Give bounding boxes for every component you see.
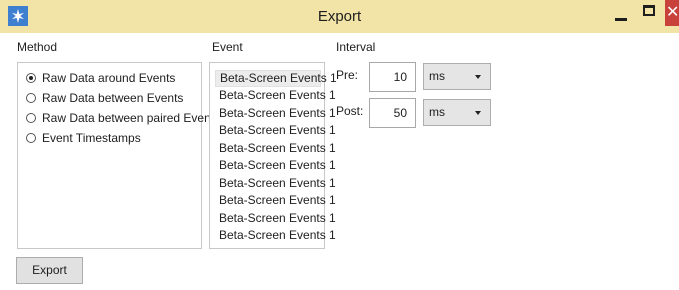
list-item[interactable]: Beta-Screen Events 1 bbox=[215, 105, 336, 122]
minimize-button[interactable] bbox=[610, 6, 632, 26]
post-unit-select[interactable]: ms bbox=[423, 99, 491, 126]
list-item[interactable]: Beta-Screen Events 1 bbox=[215, 140, 336, 157]
minimize-icon bbox=[615, 18, 627, 21]
list-item[interactable]: Beta-Screen Events 1 bbox=[215, 175, 336, 192]
select-value: ms bbox=[429, 69, 445, 83]
radio-label: Raw Data around Events bbox=[42, 71, 176, 85]
export-button[interactable]: Export bbox=[16, 257, 83, 284]
pre-label: Pre: bbox=[336, 68, 359, 82]
close-button[interactable]: ✕ bbox=[665, 0, 679, 26]
list-item[interactable]: Beta-Screen Events 1 bbox=[215, 157, 336, 174]
radio-button[interactable] bbox=[26, 133, 36, 143]
maximize-button[interactable] bbox=[640, 2, 662, 22]
pre-value-input[interactable]: 10 bbox=[369, 62, 416, 92]
list-item[interactable]: Beta-Screen Events 1 bbox=[215, 122, 336, 139]
radio-label: Raw Data between Events bbox=[42, 91, 184, 105]
window-title: Export bbox=[317, 8, 362, 25]
post-value-input[interactable]: 50 bbox=[369, 98, 416, 128]
list-item[interactable]: Beta-Screen Events 1 bbox=[215, 210, 336, 227]
list-item[interactable]: Beta-Screen Events 1 bbox=[215, 87, 336, 104]
chevron-down-icon bbox=[475, 75, 481, 79]
select-value: ms bbox=[429, 105, 445, 119]
radio-raw-around-events[interactable]: Raw Data around Events bbox=[26, 70, 175, 86]
interval-heading: Interval bbox=[336, 40, 376, 54]
list-item[interactable]: Beta-Screen Events 1 bbox=[215, 70, 337, 87]
chevron-down-icon bbox=[475, 111, 481, 115]
radio-label: Event Timestamps bbox=[42, 131, 141, 145]
method-heading: Method bbox=[17, 40, 58, 54]
radio-raw-between-paired-events[interactable]: Raw Data between paired Events bbox=[26, 110, 220, 126]
post-label: Post: bbox=[336, 104, 364, 118]
close-icon: ✕ bbox=[666, 4, 679, 21]
radio-button[interactable] bbox=[26, 113, 36, 123]
radio-raw-between-events[interactable]: Raw Data between Events bbox=[26, 90, 183, 106]
title-bar: Export ✕ bbox=[0, 0, 679, 33]
event-heading: Event bbox=[212, 40, 243, 54]
event-list: Beta-Screen Events 1 Beta-Screen Events … bbox=[209, 62, 337, 249]
maximize-icon bbox=[643, 5, 655, 16]
list-item[interactable]: Beta-Screen Events 1 bbox=[215, 227, 336, 244]
radio-event-timestamps[interactable]: Event Timestamps bbox=[26, 130, 141, 146]
radio-label: Raw Data between paired Events bbox=[42, 111, 221, 125]
radio-button[interactable] bbox=[26, 93, 36, 103]
list-item[interactable]: Beta-Screen Events 1 bbox=[215, 192, 336, 209]
pre-unit-select[interactable]: ms bbox=[423, 63, 491, 90]
method-radio-group: Raw Data around Events Raw Data between … bbox=[17, 62, 220, 249]
radio-button-checked[interactable] bbox=[26, 73, 36, 83]
